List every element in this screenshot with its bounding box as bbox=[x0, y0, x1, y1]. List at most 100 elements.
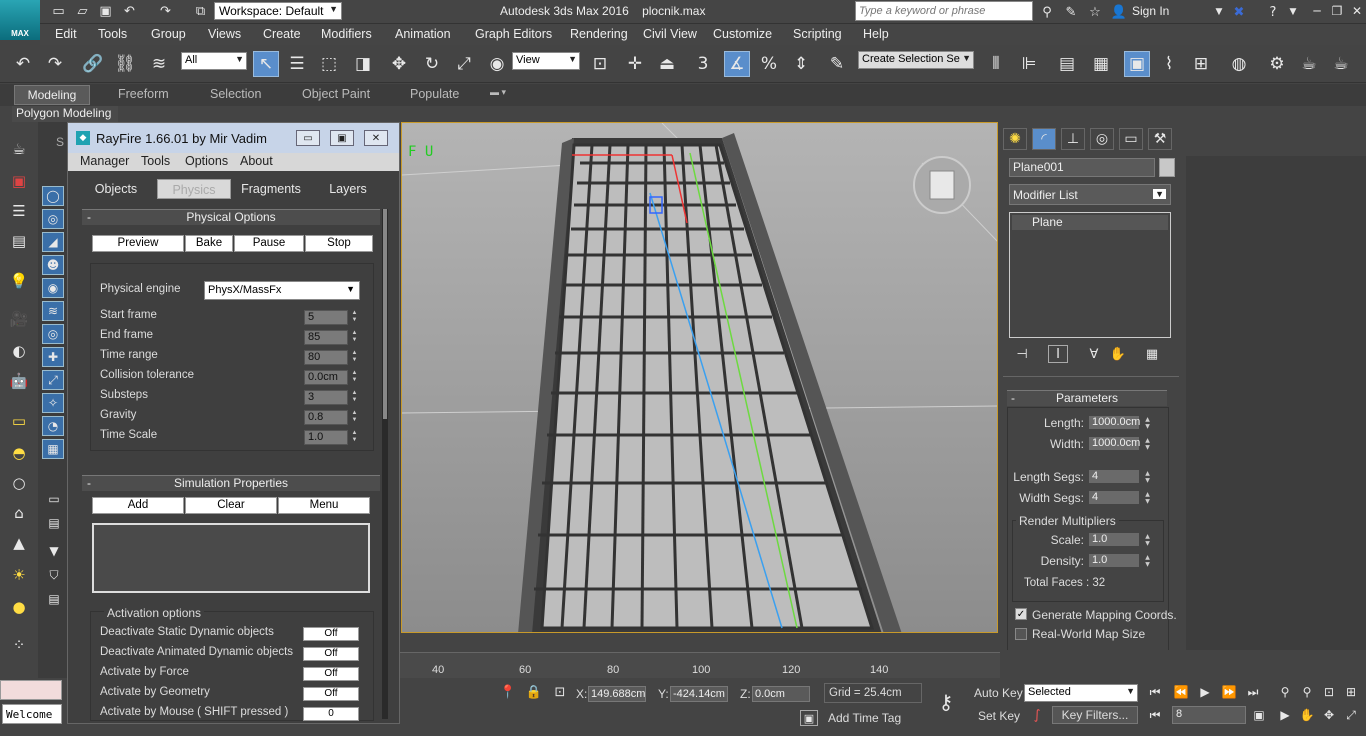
rectangular-selection-icon[interactable]: ⬚ bbox=[316, 51, 342, 77]
ribbon-options-icon[interactable]: ▬ ▾ bbox=[490, 87, 506, 98]
viewport-perspective[interactable] bbox=[401, 122, 998, 633]
length-segs-spinner[interactable]: 4 bbox=[1088, 469, 1140, 484]
layer-manager-icon[interactable]: ▤ bbox=[1054, 51, 1080, 77]
undo-icon[interactable]: ↶ bbox=[121, 3, 138, 20]
tab-populate[interactable]: Populate bbox=[410, 87, 459, 101]
tool-icon[interactable]: ▤ bbox=[44, 514, 64, 532]
make-unique-icon[interactable]: ∀ bbox=[1084, 345, 1104, 363]
explorer-icon[interactable]: ▤ bbox=[7, 230, 31, 252]
chevron-down-icon[interactable]: ▼ bbox=[1210, 3, 1228, 21]
workspace-dropdown[interactable]: Workspace: Default ▼ bbox=[214, 2, 342, 20]
binoculars-icon[interactable]: ⚲ bbox=[1038, 3, 1056, 21]
time-tag-icon[interactable]: ▣ bbox=[800, 710, 818, 726]
create-tab-icon[interactable]: ✺ bbox=[1003, 128, 1027, 150]
open-file-icon[interactable]: ▱ bbox=[74, 3, 91, 20]
sun-icon[interactable]: ☀ bbox=[7, 564, 31, 586]
density-spinner[interactable]: 1.0 bbox=[1088, 553, 1140, 568]
spinner-arrows-icon[interactable]: ▲ ▼ bbox=[1143, 415, 1152, 430]
show-end-result-icon[interactable]: I bbox=[1048, 345, 1068, 363]
move-icon[interactable]: ✥ bbox=[386, 51, 412, 77]
maximize-viewport-icon[interactable]: ⤢ bbox=[1342, 707, 1360, 723]
tool-icon[interactable]: ◉ bbox=[42, 278, 64, 298]
add-button[interactable]: Add bbox=[92, 497, 184, 514]
ribbon-toggle-icon[interactable]: ▣ bbox=[1124, 51, 1150, 77]
rayfire-scrollbar[interactable] bbox=[382, 209, 388, 719]
pivot-center-icon[interactable]: ⊡ bbox=[587, 51, 613, 77]
rayfire-menu-options[interactable]: Options bbox=[185, 154, 228, 168]
helper-icon[interactable]: ◐ bbox=[7, 340, 31, 362]
scale-spinner[interactable]: 1.0 bbox=[1088, 532, 1140, 547]
play-icon[interactable]: ▶ bbox=[1196, 684, 1214, 700]
clear-button[interactable]: Clear bbox=[185, 497, 277, 514]
snaps-toggle-icon[interactable]: 3 bbox=[690, 51, 716, 77]
spinner-arrows-icon[interactable]: ▲ ▼ bbox=[350, 330, 359, 345]
rayfire-menu-about[interactable]: About bbox=[240, 154, 273, 168]
select-link-icon[interactable]: 🔗 bbox=[80, 51, 106, 77]
tab-selection[interactable]: Selection bbox=[210, 87, 261, 101]
tab-fragments[interactable]: Fragments bbox=[234, 179, 308, 199]
modifier-list-dropdown[interactable]: Modifier List ▼ bbox=[1009, 184, 1171, 205]
param-spinner[interactable]: 1.0 bbox=[304, 430, 348, 445]
simulation-objects-list[interactable] bbox=[92, 523, 370, 593]
panel-polygon-modeling[interactable]: Polygon Modeling bbox=[12, 106, 118, 122]
absolute-mode-icon[interactable]: ⊡ bbox=[552, 684, 568, 700]
z-coordinate-field[interactable]: 0.0cm bbox=[752, 686, 810, 702]
add-time-tag-button[interactable]: Add Time Tag bbox=[828, 711, 901, 725]
spinner-arrows-icon[interactable]: ▲ ▼ bbox=[350, 410, 359, 425]
maxscript-output[interactable]: Welcome bbox=[2, 704, 62, 724]
tool-icon[interactable]: ◢ bbox=[42, 232, 64, 252]
tool-icon[interactable]: ✧ bbox=[42, 393, 64, 413]
rayfire-menu-tools[interactable]: Tools bbox=[141, 154, 170, 168]
object-name-field[interactable]: Plane001 bbox=[1009, 158, 1155, 177]
zoom-all-icon[interactable]: ⚲ bbox=[1298, 684, 1316, 700]
activation-toggle-button[interactable]: Off bbox=[303, 627, 359, 641]
close-icon[interactable]: ✕ bbox=[1344, 2, 1366, 20]
rayfire-menu-manager[interactable]: Manager bbox=[80, 154, 129, 168]
auto-key-button[interactable]: Auto Key bbox=[974, 686, 1023, 700]
tool-icon[interactable]: ◔ bbox=[42, 416, 64, 436]
spinner-arrows-icon[interactable]: ▲ ▼ bbox=[350, 430, 359, 445]
tool-icon[interactable]: ◎ bbox=[42, 209, 64, 229]
stop-button[interactable]: Stop bbox=[305, 235, 373, 252]
spinner-arrows-icon[interactable]: ▲ ▼ bbox=[350, 390, 359, 405]
spinner-arrows-icon[interactable]: ▲ ▼ bbox=[350, 310, 359, 325]
cone-icon[interactable]: ▲ bbox=[7, 532, 31, 554]
parameters-header[interactable]: - Parameters bbox=[1007, 390, 1167, 406]
unlink-icon[interactable]: ⛓ bbox=[112, 51, 138, 77]
select-manipulate-icon[interactable]: ✛ bbox=[622, 51, 648, 77]
tool-icon[interactable]: ⛉ bbox=[44, 566, 64, 584]
utilities-tab-icon[interactable]: ⚒ bbox=[1148, 128, 1172, 150]
hierarchy-tab-icon[interactable]: ⊥ bbox=[1061, 128, 1085, 150]
isolate-selection-icon[interactable]: 📍 bbox=[500, 684, 516, 700]
generate-mapping-checkbox[interactable]: ✓ bbox=[1015, 608, 1027, 620]
set-key-mode-icon[interactable]: ⚷ bbox=[930, 688, 962, 716]
simulation-properties-header[interactable]: - Simulation Properties bbox=[82, 475, 380, 491]
edit-named-selection-icon[interactable]: ✎ bbox=[824, 51, 850, 77]
menu-button[interactable]: Menu bbox=[278, 497, 370, 514]
zoom-extents-icon[interactable]: ⊡ bbox=[1320, 684, 1338, 700]
physical-options-header[interactable]: - Physical Options bbox=[82, 209, 380, 225]
modifier-stack-item[interactable]: Plane bbox=[1012, 215, 1168, 230]
named-selection-dropdown[interactable]: Create Selection Se ▼ bbox=[858, 51, 974, 69]
tool-icon[interactable]: ◎ bbox=[42, 324, 64, 344]
menu-civil-view[interactable]: Civil View bbox=[643, 27, 697, 41]
configure-modifier-sets-icon[interactable]: ▦ bbox=[1142, 345, 1162, 363]
graphite-toggle-icon[interactable]: ▦ bbox=[1088, 51, 1114, 77]
menu-create[interactable]: Create bbox=[263, 27, 301, 41]
maxscript-listener-input[interactable] bbox=[0, 680, 62, 700]
next-frame-icon[interactable]: ⏩ bbox=[1220, 684, 1238, 700]
exchange-apps-icon[interactable]: ✖ bbox=[1230, 3, 1248, 21]
render-icon[interactable]: ▣ bbox=[7, 170, 31, 192]
pan-view-icon[interactable]: ✋ bbox=[1298, 707, 1316, 723]
tab-freeform[interactable]: Freeform bbox=[118, 87, 169, 101]
sphere-icon[interactable]: ○ bbox=[7, 472, 31, 494]
spinner-arrows-icon[interactable]: ▲ ▼ bbox=[1143, 436, 1152, 451]
rotate-icon[interactable]: ↻ bbox=[419, 51, 445, 77]
tab-modeling[interactable]: Modeling bbox=[14, 85, 90, 105]
previous-frame-icon[interactable]: ⏪ bbox=[1172, 684, 1190, 700]
y-coordinate-field[interactable]: -424.14cm bbox=[670, 686, 728, 702]
activation-toggle-button[interactable]: Off bbox=[303, 647, 359, 661]
real-world-map-checkbox[interactable] bbox=[1015, 628, 1027, 640]
search-input[interactable]: Type a keyword or phrase bbox=[855, 1, 1033, 21]
subscription-icon[interactable]: ✎ bbox=[1062, 3, 1080, 21]
